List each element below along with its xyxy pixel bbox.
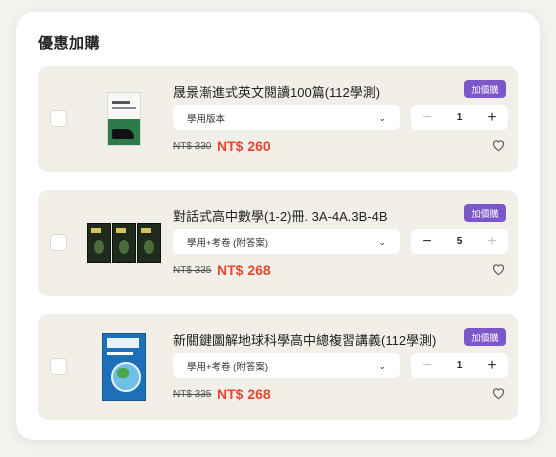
quantity-value: 1 bbox=[456, 112, 463, 123]
plus-icon[interactable]: + bbox=[476, 229, 508, 254]
quantity-stepper: − 1 + bbox=[411, 105, 508, 130]
version-select-value: 學用版本 bbox=[187, 113, 226, 125]
addon-badge: 加價購 bbox=[464, 204, 506, 222]
book-cover bbox=[87, 223, 161, 263]
addon-item-card: 新關鍵圖解地球科學高中總複習講義(112學測) 加價購 學用+考卷 (附答案) … bbox=[38, 314, 518, 420]
addon-badge: 加價購 bbox=[464, 80, 506, 98]
sale-price: NT$ 268 bbox=[217, 262, 271, 278]
product-image[interactable] bbox=[86, 206, 162, 280]
chevron-down-icon: ⌄ bbox=[378, 361, 386, 371]
sale-price: NT$ 260 bbox=[217, 138, 271, 154]
original-price: NT$ 335 bbox=[173, 265, 212, 276]
heart-icon[interactable] bbox=[491, 386, 506, 400]
minus-icon[interactable]: − bbox=[411, 105, 443, 130]
version-select-value: 學用+考卷 (附答案) bbox=[187, 361, 269, 373]
chevron-down-icon: ⌄ bbox=[378, 113, 386, 123]
version-select[interactable]: 學用版本 ⌄ bbox=[173, 105, 400, 130]
original-price: NT$ 330 bbox=[173, 141, 212, 152]
original-price: NT$ 335 bbox=[173, 389, 212, 400]
book-cover bbox=[102, 333, 146, 401]
addon-item-card: 晟景漸進式英文閱讀100篇(112學測) 加價購 學用版本 ⌄ − 1 + NT… bbox=[38, 66, 518, 172]
version-select-value: 學用+考卷 (附答案) bbox=[187, 237, 269, 249]
section-title: 優惠加購 bbox=[38, 35, 101, 52]
product-title[interactable]: 新關鍵圖解地球科學高中總複習講義(112學測) bbox=[173, 330, 436, 349]
heart-icon[interactable] bbox=[491, 262, 506, 276]
quantity-stepper: − 1 + bbox=[411, 353, 508, 378]
minus-icon[interactable]: − bbox=[411, 229, 443, 254]
product-title[interactable]: 晟景漸進式英文閱讀100篇(112學測) bbox=[173, 82, 380, 101]
quantity-value: 1 bbox=[456, 360, 463, 371]
product-image[interactable] bbox=[86, 82, 162, 156]
quantity-value: 5 bbox=[456, 236, 463, 247]
addon-badge: 加價購 bbox=[464, 328, 506, 346]
sale-price: NT$ 268 bbox=[217, 386, 271, 402]
product-image[interactable] bbox=[86, 330, 162, 404]
plus-icon[interactable]: + bbox=[476, 353, 508, 378]
addon-purchase-panel: 優惠加購 晟景漸進式英文閱讀100篇(112學測) 加價購 學用版本 ⌄ − 1… bbox=[16, 12, 540, 440]
addon-item-card: 對話式高中數學(1-2)冊. 3A-4A.3B-4B 加價購 學用+考卷 (附答… bbox=[38, 190, 518, 296]
item-checkbox[interactable] bbox=[50, 358, 67, 375]
version-select[interactable]: 學用+考卷 (附答案) ⌄ bbox=[173, 353, 400, 378]
version-select[interactable]: 學用+考卷 (附答案) ⌄ bbox=[173, 229, 400, 254]
minus-icon[interactable]: − bbox=[411, 353, 443, 378]
plus-icon[interactable]: + bbox=[476, 105, 508, 130]
heart-icon[interactable] bbox=[491, 138, 506, 152]
product-title[interactable]: 對話式高中數學(1-2)冊. 3A-4A.3B-4B bbox=[173, 206, 388, 225]
chevron-down-icon: ⌄ bbox=[378, 237, 386, 247]
item-checkbox[interactable] bbox=[50, 110, 67, 127]
quantity-stepper: − 5 + bbox=[411, 229, 508, 254]
item-checkbox[interactable] bbox=[50, 234, 67, 251]
book-cover bbox=[107, 92, 141, 146]
